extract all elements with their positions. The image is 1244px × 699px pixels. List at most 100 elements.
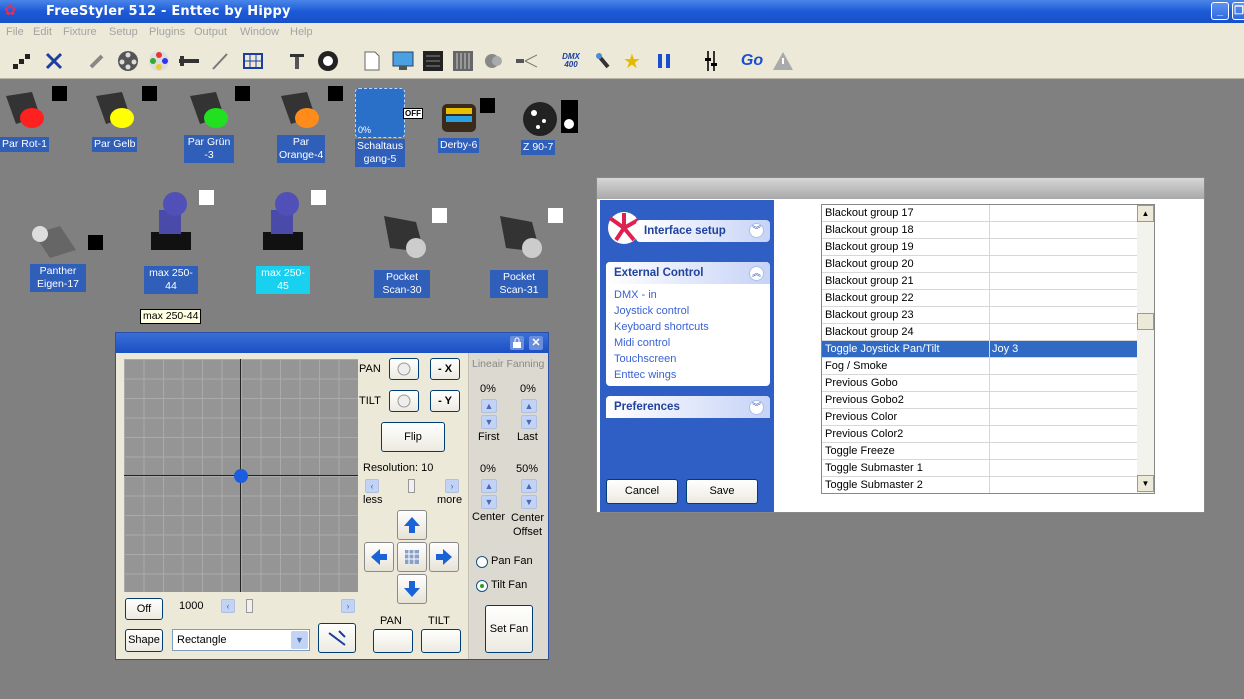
pan-tilt-grid[interactable] <box>124 359 358 592</box>
hand-icon[interactable] <box>592 50 614 72</box>
list-row[interactable]: Blackout group 22 <box>822 290 1137 307</box>
faders-icon[interactable] <box>452 50 474 72</box>
list-row[interactable]: Previous Color2 <box>822 426 1137 443</box>
pan-fan-radio[interactable] <box>476 556 488 568</box>
fixture-par-rot[interactable]: Par Rot-1 <box>0 86 70 152</box>
collapse-up-icon[interactable]: ︽ <box>749 266 764 281</box>
fixture-max-250-44[interactable]: max 250- 44 <box>143 188 223 298</box>
vertical-scrollbar[interactable]: ▲ ▼ <box>1137 205 1154 493</box>
list-row[interactable]: Toggle Submaster 2 <box>822 477 1137 493</box>
list-row[interactable]: Toggle Joystick Pan/Tilt Joy 3 <box>822 341 1137 358</box>
invert-x-button[interactable]: - X <box>430 358 460 380</box>
list-row[interactable]: Blackout group 23 <box>822 307 1137 324</box>
list-row[interactable]: Previous Gobo2 <box>822 392 1137 409</box>
new-page-icon[interactable] <box>361 50 383 72</box>
tilt-toggle-button[interactable] <box>421 629 461 653</box>
lock-icon[interactable] <box>510 336 524 350</box>
fixture-max-250-45[interactable]: max 250- 45 <box>255 188 335 298</box>
list-row[interactable]: Blackout group 18 <box>822 222 1137 239</box>
fixture-checkbox[interactable] <box>480 98 495 113</box>
shape-button[interactable]: Shape <box>125 629 163 652</box>
pan-dial-button[interactable] <box>389 358 419 380</box>
arrow-down-button[interactable] <box>397 574 427 604</box>
color-wheel-icon[interactable] <box>148 50 170 72</box>
fixture-schaltausgang[interactable]: 0% OFF Schaltaus gang-5 <box>355 88 425 168</box>
collapse-icon[interactable]: ︾ <box>749 223 764 238</box>
expand-icon[interactable]: ︾ <box>749 400 764 415</box>
master-fader-icon[interactable] <box>700 50 722 72</box>
pause-icon[interactable] <box>653 50 675 72</box>
gobo-wheel-icon[interactable] <box>117 50 139 72</box>
first-down-button[interactable]: ▼ <box>481 415 497 429</box>
fixture-panther[interactable]: Panther Eigen-17 <box>28 218 108 294</box>
fixture-pocket-scan-31[interactable]: Pocket Scan-31 <box>490 206 570 302</box>
off-button[interactable]: Off <box>125 598 163 620</box>
fixture-checkbox[interactable] <box>199 190 214 205</box>
fixture-checkbox[interactable] <box>548 208 563 223</box>
resolution-increase-button[interactable]: › <box>445 479 459 493</box>
offset-up-button[interactable]: ▲ <box>521 479 537 493</box>
shape-select[interactable]: Rectangle ▼ <box>172 629 310 651</box>
tilt-dial-button[interactable] <box>389 390 419 412</box>
menu-setup[interactable]: Setup <box>109 26 138 38</box>
invert-y-button[interactable]: - Y <box>430 390 460 412</box>
offset-down-button[interactable]: ▼ <box>521 495 537 509</box>
last-down-button[interactable]: ▼ <box>521 415 537 429</box>
resolution-decrease-button[interactable]: ‹ <box>365 479 379 493</box>
link-touchscreen[interactable]: Touchscreen <box>614 353 676 365</box>
fixture-z90[interactable]: Z 90-7 <box>519 98 589 158</box>
macro-icon[interactable] <box>317 50 339 72</box>
list-row[interactable]: Blackout group 19 <box>822 239 1137 256</box>
speed-decrease-button[interactable]: ‹ <box>221 599 235 613</box>
arrow-left-button[interactable] <box>364 542 394 572</box>
list-row[interactable]: Toggle Submaster 1 <box>822 460 1137 477</box>
fixture-par-orange[interactable]: Par Orange-4 <box>275 86 345 166</box>
strobe-icon[interactable] <box>515 50 537 72</box>
list-row[interactable]: Previous Gobo <box>822 375 1137 392</box>
speed-slider[interactable] <box>246 599 253 613</box>
menu-file[interactable]: File <box>6 26 24 38</box>
menu-output[interactable]: Output <box>194 26 227 38</box>
go-button[interactable]: Go <box>738 50 766 72</box>
shutter-icon[interactable] <box>209 50 231 72</box>
fixture-checkbox[interactable] <box>235 86 250 101</box>
menu-edit[interactable]: Edit <box>33 26 52 38</box>
preferences-panel[interactable]: Preferences ︾ <box>606 396 770 418</box>
link-dmx-in[interactable]: DMX - in <box>614 289 657 301</box>
link-enttec-wings[interactable]: Enttec wings <box>614 369 676 381</box>
link-keyboard-shortcuts[interactable]: Keyboard shortcuts <box>614 321 709 333</box>
tools-icon[interactable] <box>286 50 308 72</box>
restore-button[interactable]: ❐ <box>1232 2 1244 20</box>
scroll-thumb[interactable] <box>1137 313 1154 330</box>
menu-help[interactable]: Help <box>290 26 313 38</box>
star-icon[interactable]: ★ <box>621 50 643 73</box>
link-joystick-control[interactable]: Joystick control <box>614 305 689 317</box>
cuelist-icon[interactable] <box>422 50 444 72</box>
interface-setup-header[interactable]: Interface setup ︾ <box>606 208 770 250</box>
warning-icon[interactable] <box>772 50 794 72</box>
external-control-header[interactable]: External Control <box>606 262 770 284</box>
list-row[interactable]: Toggle Freeze <box>822 443 1137 460</box>
fixture-checkbox[interactable] <box>52 86 67 101</box>
speed-increase-button[interactable]: › <box>341 599 355 613</box>
draw-path-button[interactable] <box>318 623 356 653</box>
scroll-up-button[interactable]: ▲ <box>1137 205 1154 222</box>
center-button[interactable] <box>397 542 427 572</box>
list-row[interactable]: Blackout group 24 <box>822 324 1137 341</box>
list-row[interactable]: Blackout group 21 <box>822 273 1137 290</box>
fixture-checkbox[interactable] <box>432 208 447 223</box>
fixture-checkbox[interactable] <box>311 190 326 205</box>
fixture-pocket-scan-30[interactable]: Pocket Scan-30 <box>374 206 454 302</box>
list-row[interactable]: Blackout group 17 <box>822 205 1137 222</box>
fog-icon[interactable] <box>483 50 505 72</box>
tilt-fan-radio[interactable] <box>476 580 488 592</box>
first-up-button[interactable]: ▲ <box>481 399 497 413</box>
fixture-checkbox[interactable] <box>561 100 578 133</box>
arrow-up-button[interactable] <box>397 510 427 540</box>
cancel-button[interactable]: Cancel <box>606 479 678 504</box>
dmx-400-icon[interactable]: DMX 400 <box>558 50 584 72</box>
fixture-par-gelb[interactable]: Par Gelb <box>90 86 160 152</box>
close-icon[interactable]: ✕ <box>529 336 543 350</box>
resolution-slider[interactable] <box>408 479 415 493</box>
fixture-checkbox[interactable] <box>88 235 103 250</box>
